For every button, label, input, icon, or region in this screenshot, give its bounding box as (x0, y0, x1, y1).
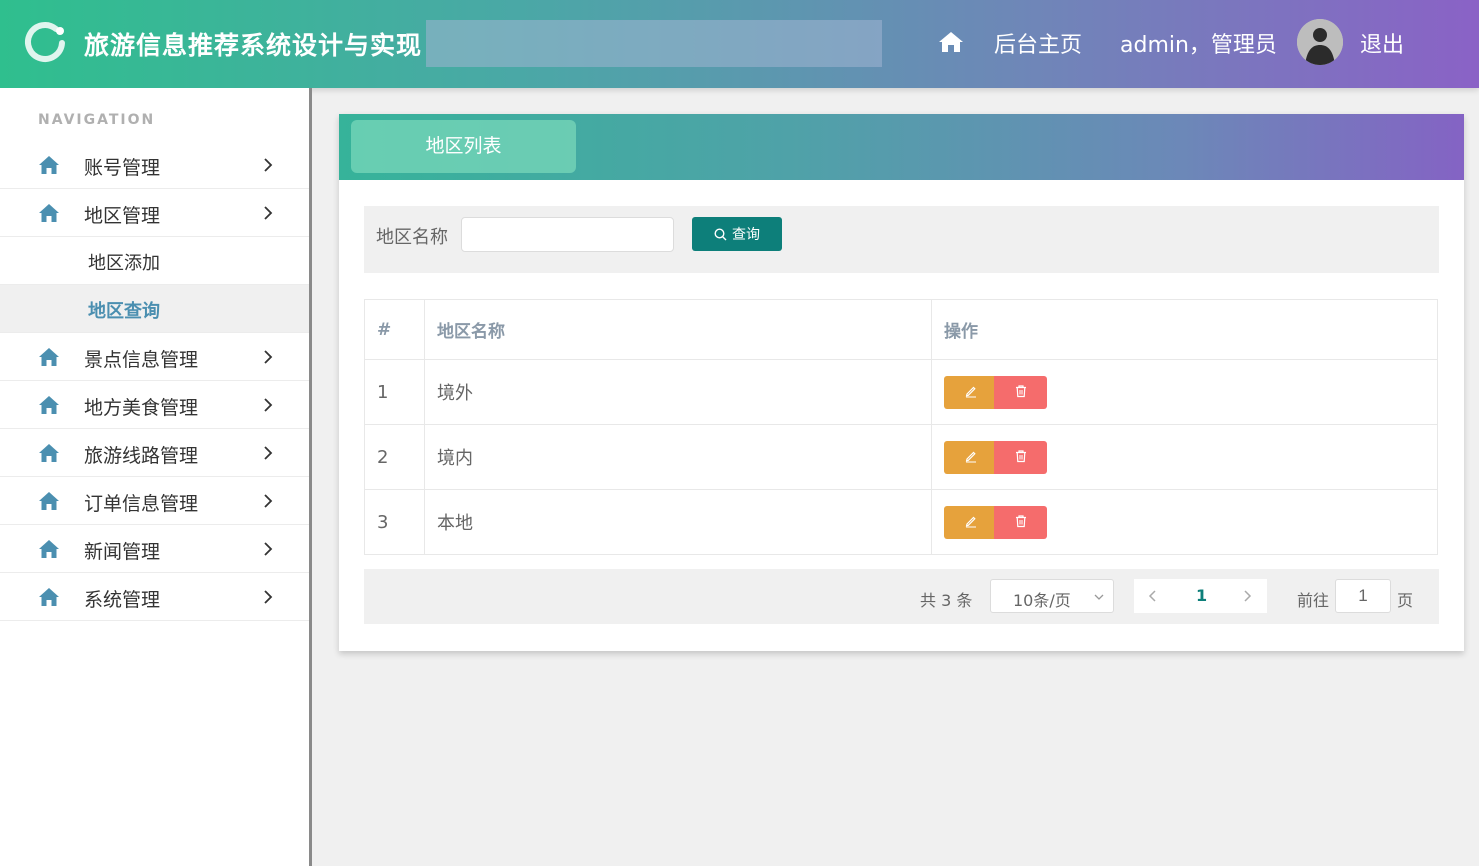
trash-icon (1015, 449, 1026, 462)
sidebar-item-label: 账号管理 (84, 157, 161, 179)
row-index: 2 (364, 424, 425, 490)
chevron-right-icon[interactable] (1240, 588, 1254, 604)
avatar[interactable] (1297, 19, 1343, 65)
search-label: 地区名称 (376, 227, 448, 248)
pencil-icon (965, 516, 976, 527)
sidebar-item-label: 系统管理 (84, 589, 161, 611)
sidebar-item-label: 地区管理 (84, 205, 161, 227)
logo-icon (25, 22, 65, 62)
card-header: 地区列表 (339, 114, 1464, 180)
home-icon (39, 396, 59, 414)
page-unit-label: 页 (1397, 591, 1414, 610)
redacted-area (426, 20, 882, 67)
page-size-value: 10条/页 (1013, 591, 1071, 610)
admin-home-link[interactable]: 后台主页 (994, 27, 1082, 59)
trash-icon (1015, 384, 1026, 397)
delete-button[interactable] (994, 440, 1047, 474)
delete-button[interactable] (994, 505, 1047, 539)
chevron-right-icon (264, 206, 273, 220)
top-header: 旅游信息推荐系统设计与实现 后台主页 admin，管理员 退出 (0, 0, 1479, 88)
sidebar-item-attractions[interactable]: 景点信息管理 (0, 333, 309, 381)
region-table: # 地区名称 操作 1 境外 2 境内 3 本地 (364, 299, 1438, 555)
column-header: 操作 (931, 299, 1438, 360)
sidebar-subitem-region-query[interactable]: 地区查询 (0, 285, 309, 333)
row-index: 1 (364, 359, 425, 425)
pagination: 共 3 条 10条/页 1 前往 页 (364, 569, 1439, 624)
column-header: 地区名称 (424, 299, 932, 360)
sidebar-caption: NAVIGATION (38, 112, 156, 128)
edit-button[interactable] (944, 440, 998, 474)
sidebar-subitem-region-add[interactable]: 地区添加 (0, 237, 309, 285)
home-icon (39, 204, 59, 222)
pencil-icon (965, 451, 976, 462)
sidebar-item-orders[interactable]: 订单信息管理 (0, 477, 309, 525)
table-row: 2 境内 (364, 424, 1438, 490)
sidebar-menu: 账号管理 地区管理 地区添加 地区查询 景点信息管理 地方美食管理 旅游线路管理 (0, 141, 309, 621)
chevron-right-icon (264, 446, 273, 460)
search-bar: 地区名称 查询 (364, 206, 1439, 273)
sidebar-item-label: 地方美食管理 (84, 397, 199, 419)
search-icon (714, 228, 727, 241)
sidebar-subitem-label: 地区添加 (88, 253, 160, 274)
actions-cell (931, 359, 1438, 425)
region-name-cell: 本地 (424, 489, 932, 555)
pencil-icon (965, 386, 976, 397)
chevron-left-icon[interactable] (1146, 588, 1160, 604)
chevron-right-icon (264, 494, 273, 508)
app-title: 旅游信息推荐系统设计与实现 (84, 31, 423, 60)
region-list-card: 地区列表 地区名称 查询 # 地区名称 操作 1 境外 2 境内 3 本地 共 … (339, 114, 1464, 651)
chevron-right-icon (264, 158, 273, 172)
home-icon (39, 492, 59, 510)
sidebar-item-routes[interactable]: 旅游线路管理 (0, 429, 309, 477)
edit-button[interactable] (944, 505, 998, 539)
edit-button[interactable] (944, 375, 998, 409)
actions-cell (931, 489, 1438, 555)
chevron-right-icon (264, 542, 273, 556)
sidebar-item-label: 订单信息管理 (84, 493, 199, 515)
chevron-right-icon (264, 590, 273, 604)
home-icon (39, 348, 59, 366)
home-icon (39, 540, 59, 558)
total-count: 共 3 条 (920, 591, 973, 610)
region-name-cell: 境内 (424, 424, 932, 490)
table-row: 1 境外 (364, 359, 1438, 425)
region-name-input[interactable] (461, 217, 674, 252)
sidebar-item-label: 旅游线路管理 (84, 445, 199, 467)
chevron-right-icon (264, 350, 273, 364)
sidebar-item-region[interactable]: 地区管理 (0, 189, 309, 237)
actions-cell (931, 424, 1438, 490)
home-icon (39, 588, 59, 606)
avatar-person-icon (1297, 19, 1343, 65)
goto-page-input[interactable] (1335, 579, 1391, 613)
row-index: 3 (364, 489, 425, 555)
sidebar-item-label: 新闻管理 (84, 541, 161, 563)
table-header-row: # 地区名称 操作 (364, 299, 1438, 360)
chevron-down-icon (1094, 594, 1104, 600)
goto-label: 前往 (1297, 591, 1330, 610)
page-size-select[interactable]: 10条/页 (990, 579, 1114, 613)
delete-button[interactable] (994, 375, 1047, 409)
table-row: 3 本地 (364, 489, 1438, 555)
home-icon (39, 444, 59, 462)
tab-region-list[interactable]: 地区列表 (351, 120, 576, 173)
sidebar-item-news[interactable]: 新闻管理 (0, 525, 309, 573)
search-button[interactable]: 查询 (692, 217, 782, 251)
sidebar-item-account[interactable]: 账号管理 (0, 141, 309, 189)
sidebar: NAVIGATION 账号管理 地区管理 地区添加 地区查询 景点信息管理 地方… (0, 88, 312, 866)
region-name-cell: 境外 (424, 359, 932, 425)
chevron-right-icon (264, 398, 273, 412)
page-navigator: 1 (1134, 579, 1267, 613)
home-icon (39, 156, 59, 174)
sidebar-item-food[interactable]: 地方美食管理 (0, 381, 309, 429)
logout-link[interactable]: 退出 (1360, 27, 1404, 59)
sidebar-subitem-label: 地区查询 (88, 301, 160, 322)
column-header: # (364, 299, 425, 360)
sidebar-item-label: 景点信息管理 (84, 349, 199, 371)
trash-icon (1015, 514, 1026, 527)
search-button-label: 查询 (732, 226, 760, 242)
page-number-current[interactable]: 1 (1196, 586, 1207, 605)
current-user: admin，管理员 (1120, 33, 1277, 58)
home-icon[interactable] (938, 30, 964, 54)
sidebar-item-system[interactable]: 系统管理 (0, 573, 309, 621)
